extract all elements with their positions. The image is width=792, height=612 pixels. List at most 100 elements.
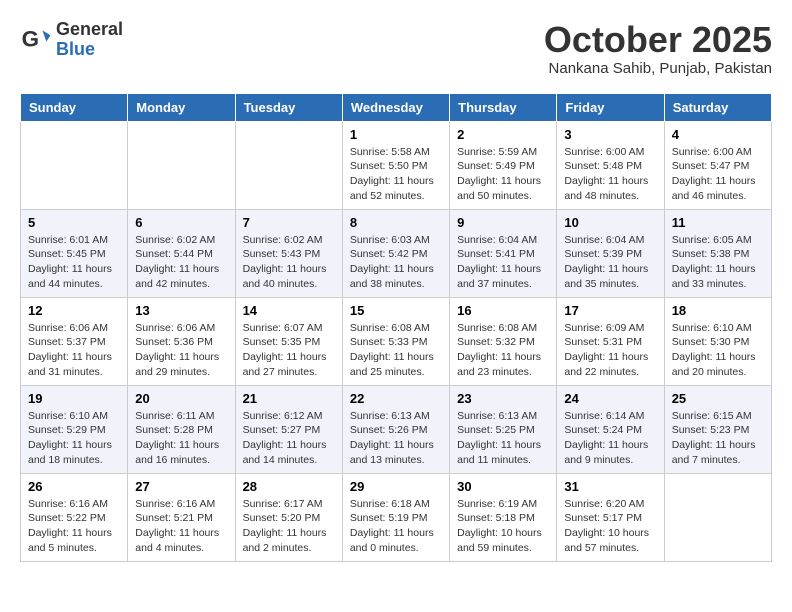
day-number: 24 xyxy=(564,391,656,406)
weekday-header: Saturday xyxy=(664,93,771,121)
day-number: 5 xyxy=(28,215,120,230)
day-number: 2 xyxy=(457,127,549,142)
location: Nankana Sahib, Punjab, Pakistan xyxy=(544,60,772,77)
svg-text:G: G xyxy=(22,26,39,51)
day-info: Sunrise: 6:04 AMSunset: 5:39 PMDaylight:… xyxy=(564,233,656,292)
calendar-cell: 4 Sunrise: 6:00 AMSunset: 5:47 PMDaylight… xyxy=(664,121,771,209)
day-info: Sunrise: 6:20 AMSunset: 5:17 PMDaylight:… xyxy=(564,497,656,556)
day-info: Sunrise: 6:13 AMSunset: 5:25 PMDaylight:… xyxy=(457,409,549,468)
calendar-week-row: 12 Sunrise: 6:06 AMSunset: 5:37 PMDayligh… xyxy=(21,297,772,385)
calendar-cell: 2 Sunrise: 5:59 AMSunset: 5:49 PMDaylight… xyxy=(450,121,557,209)
day-number: 7 xyxy=(243,215,335,230)
day-info: Sunrise: 6:04 AMSunset: 5:41 PMDaylight:… xyxy=(457,233,549,292)
day-number: 19 xyxy=(28,391,120,406)
title-section: October 2025 Nankana Sahib, Punjab, Paki… xyxy=(544,20,772,77)
calendar-cell: 25Sunrise: 6:15 AMSunset: 5:23 PMDayligh… xyxy=(664,385,771,473)
calendar-cell: 7 Sunrise: 6:02 AMSunset: 5:43 PMDaylight… xyxy=(235,209,342,297)
day-info: Sunrise: 5:59 AMSunset: 5:49 PMDaylight:… xyxy=(457,145,549,204)
calendar-cell: 11Sunrise: 6:05 AMSunset: 5:38 PMDayligh… xyxy=(664,209,771,297)
day-info: Sunrise: 6:06 AMSunset: 5:36 PMDaylight:… xyxy=(135,321,227,380)
weekday-header-row: SundayMondayTuesdayWednesdayThursdayFrid… xyxy=(21,93,772,121)
day-number: 22 xyxy=(350,391,442,406)
calendar-cell: 5 Sunrise: 6:01 AMSunset: 5:45 PMDaylight… xyxy=(21,209,128,297)
logo: G General Blue xyxy=(20,20,123,60)
logo-text: General Blue xyxy=(56,20,123,60)
calendar-cell xyxy=(21,121,128,209)
day-number: 11 xyxy=(672,215,764,230)
day-info: Sunrise: 6:10 AMSunset: 5:29 PMDaylight:… xyxy=(28,409,120,468)
calendar-cell: 27 Sunrise: 6:16 AMSunset: 5:21 PMDayligh… xyxy=(128,473,235,561)
day-info: Sunrise: 6:01 AMSunset: 5:45 PMDaylight:… xyxy=(28,233,120,292)
weekday-header: Friday xyxy=(557,93,664,121)
day-info: Sunrise: 6:09 AMSunset: 5:31 PMDaylight:… xyxy=(564,321,656,380)
calendar-cell: 26Sunrise: 6:16 AMSunset: 5:22 PMDayligh… xyxy=(21,473,128,561)
calendar-cell: 19 Sunrise: 6:10 AMSunset: 5:29 PMDayligh… xyxy=(21,385,128,473)
calendar-cell: 14 Sunrise: 6:07 AMSunset: 5:35 PMDayligh… xyxy=(235,297,342,385)
calendar-cell: 30Sunrise: 6:19 AMSunset: 5:18 PMDayligh… xyxy=(450,473,557,561)
day-number: 25 xyxy=(672,391,764,406)
day-number: 27 xyxy=(135,479,227,494)
day-info: Sunrise: 6:06 AMSunset: 5:37 PMDaylight:… xyxy=(28,321,120,380)
day-number: 26 xyxy=(28,479,120,494)
calendar-cell: 6Sunrise: 6:02 AMSunset: 5:44 PMDaylight… xyxy=(128,209,235,297)
page-header: G General Blue October 2025 Nankana Sahi… xyxy=(20,20,772,77)
calendar-cell: 1Sunrise: 5:58 AMSunset: 5:50 PMDaylight… xyxy=(342,121,449,209)
day-info: Sunrise: 6:18 AMSunset: 5:19 PMDaylight:… xyxy=(350,497,442,556)
day-number: 21 xyxy=(243,391,335,406)
day-info: Sunrise: 6:03 AMSunset: 5:42 PMDaylight:… xyxy=(350,233,442,292)
calendar-week-row: 1Sunrise: 5:58 AMSunset: 5:50 PMDaylight… xyxy=(21,121,772,209)
weekday-header: Sunday xyxy=(21,93,128,121)
calendar-cell: 15 Sunrise: 6:08 AMSunset: 5:33 PMDayligh… xyxy=(342,297,449,385)
day-number: 15 xyxy=(350,303,442,318)
calendar-cell: 3Sunrise: 6:00 AMSunset: 5:48 PMDaylight… xyxy=(557,121,664,209)
logo-blue: Blue xyxy=(56,40,123,60)
day-number: 6 xyxy=(135,215,227,230)
day-info: Sunrise: 6:14 AMSunset: 5:24 PMDaylight:… xyxy=(564,409,656,468)
day-number: 4 xyxy=(672,127,764,142)
calendar-cell: 24 Sunrise: 6:14 AMSunset: 5:24 PMDayligh… xyxy=(557,385,664,473)
day-number: 13 xyxy=(135,303,227,318)
calendar-cell: 13 Sunrise: 6:06 AMSunset: 5:36 PMDayligh… xyxy=(128,297,235,385)
calendar-cell: 20 Sunrise: 6:11 AMSunset: 5:28 PMDayligh… xyxy=(128,385,235,473)
day-number: 17 xyxy=(564,303,656,318)
day-number: 16 xyxy=(457,303,549,318)
day-info: Sunrise: 6:13 AMSunset: 5:26 PMDaylight:… xyxy=(350,409,442,468)
calendar-cell: 28Sunrise: 6:17 AMSunset: 5:20 PMDayligh… xyxy=(235,473,342,561)
day-info: Sunrise: 6:08 AMSunset: 5:33 PMDaylight:… xyxy=(350,321,442,380)
day-number: 23 xyxy=(457,391,549,406)
calendar-cell xyxy=(664,473,771,561)
weekday-header: Tuesday xyxy=(235,93,342,121)
calendar-cell: 22 Sunrise: 6:13 AMSunset: 5:26 PMDayligh… xyxy=(342,385,449,473)
calendar-cell: 10 Sunrise: 6:04 AMSunset: 5:39 PMDayligh… xyxy=(557,209,664,297)
day-number: 1 xyxy=(350,127,442,142)
day-number: 14 xyxy=(243,303,335,318)
day-number: 31 xyxy=(564,479,656,494)
day-info: Sunrise: 6:16 AMSunset: 5:21 PMDaylight:… xyxy=(135,497,227,556)
calendar-week-row: 5 Sunrise: 6:01 AMSunset: 5:45 PMDaylight… xyxy=(21,209,772,297)
day-info: Sunrise: 6:00 AMSunset: 5:48 PMDaylight:… xyxy=(564,145,656,204)
weekday-header: Wednesday xyxy=(342,93,449,121)
day-number: 18 xyxy=(672,303,764,318)
day-info: Sunrise: 6:02 AMSunset: 5:43 PMDaylight:… xyxy=(243,233,335,292)
day-info: Sunrise: 6:00 AMSunset: 5:47 PMDaylight:… xyxy=(672,145,764,204)
calendar-week-row: 19 Sunrise: 6:10 AMSunset: 5:29 PMDayligh… xyxy=(21,385,772,473)
calendar-cell: 23 Sunrise: 6:13 AMSunset: 5:25 PMDayligh… xyxy=(450,385,557,473)
logo-icon: G xyxy=(20,24,52,56)
day-info: Sunrise: 6:10 AMSunset: 5:30 PMDaylight:… xyxy=(672,321,764,380)
calendar-cell: 18 Sunrise: 6:10 AMSunset: 5:30 PMDayligh… xyxy=(664,297,771,385)
calendar-cell xyxy=(235,121,342,209)
day-number: 10 xyxy=(564,215,656,230)
calendar-cell: 29Sunrise: 6:18 AMSunset: 5:19 PMDayligh… xyxy=(342,473,449,561)
calendar-week-row: 26Sunrise: 6:16 AMSunset: 5:22 PMDayligh… xyxy=(21,473,772,561)
day-info: Sunrise: 6:12 AMSunset: 5:27 PMDaylight:… xyxy=(243,409,335,468)
day-info: Sunrise: 6:17 AMSunset: 5:20 PMDaylight:… xyxy=(243,497,335,556)
calendar-cell: 9 Sunrise: 6:04 AMSunset: 5:41 PMDaylight… xyxy=(450,209,557,297)
day-info: Sunrise: 6:08 AMSunset: 5:32 PMDaylight:… xyxy=(457,321,549,380)
day-number: 9 xyxy=(457,215,549,230)
day-info: Sunrise: 6:11 AMSunset: 5:28 PMDaylight:… xyxy=(135,409,227,468)
day-info: Sunrise: 6:19 AMSunset: 5:18 PMDaylight:… xyxy=(457,497,549,556)
day-info: Sunrise: 6:07 AMSunset: 5:35 PMDaylight:… xyxy=(243,321,335,380)
day-number: 12 xyxy=(28,303,120,318)
day-number: 20 xyxy=(135,391,227,406)
calendar-cell: 16 Sunrise: 6:08 AMSunset: 5:32 PMDayligh… xyxy=(450,297,557,385)
